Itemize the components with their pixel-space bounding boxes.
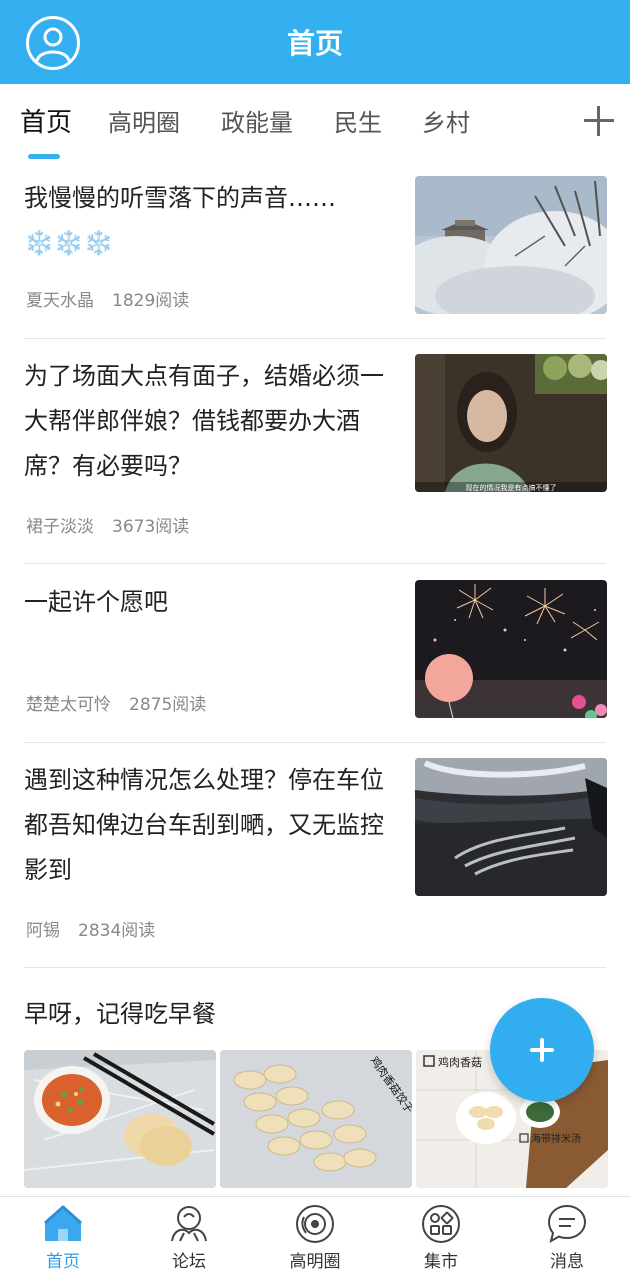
post-author: 裙子淡淡 (26, 517, 94, 537)
post-image-dumpling-filling[interactable] (24, 1050, 216, 1188)
channel-tabs: 首页 高明圈 政能量 民生 乡村 (0, 84, 630, 164)
nav-item-messages[interactable]: 消息 (504, 1197, 630, 1280)
image-caption-top: 鸡肉香菇 (438, 1055, 482, 1069)
nav-item-market[interactable]: 集市 (378, 1197, 504, 1280)
feed-post[interactable]: 为了场面大点有面子，结婚必须一大帮伴郎伴娘？借钱都要办大酒席？有必要吗？ 裙子淡… (24, 354, 607, 540)
bottom-nav: 首页 论坛 高明圈 集市 消息 (0, 1196, 630, 1280)
feed-post[interactable]: 遇到这种情况怎么处理？停在车位都吾知俾边台车刮到嗮，又无监控影到 阿锡 2834阅… (24, 758, 607, 944)
feed-divider (24, 563, 606, 564)
post-meta: 夏天水晶 1829阅读 (26, 290, 189, 312)
post-meta: 楚楚太可怜 2875阅读 (26, 694, 206, 716)
nav-label: 集市 (424, 1252, 458, 1272)
feed-divider (24, 338, 606, 339)
nav-item-gaoming-circle[interactable]: 高明圈 (252, 1197, 378, 1280)
nav-label: 高明圈 (289, 1252, 341, 1272)
post-meta: 裙子淡淡 3673阅读 (26, 516, 189, 538)
post-thumbnail-drama-still: 现在的情况我是有点搞不懂了 (415, 354, 607, 492)
post-title-text: 我慢慢的听雪落下的声音…… (24, 184, 336, 212)
post-reads: 2875阅读 (129, 695, 207, 715)
page-title: 首页 (286, 27, 343, 60)
feed-post[interactable]: 我慢慢的听雪落下的声音…… ❄️❄️❄️ 夏天水晶 1829阅读 (24, 176, 607, 316)
post-author: 阿锡 (26, 921, 60, 941)
tab-home[interactable]: 首页 (20, 106, 72, 140)
tab-village[interactable]: 乡村 (422, 106, 470, 140)
post-title: 我慢慢的听雪落下的声音…… ❄️❄️❄️ (24, 176, 386, 266)
post-title: 一起许个愿吧 (24, 588, 168, 616)
nav-item-home[interactable]: 首页 (0, 1197, 126, 1280)
nav-label: 首页 (46, 1252, 80, 1272)
market-icon (420, 1203, 462, 1245)
tab-livelihood[interactable]: 民生 (334, 106, 382, 140)
post-title: 遇到这种情况怎么处理？停在车位都吾知俾边台车刮到嗮，又无监控影到 (24, 766, 384, 884)
thumbnail-caption: 现在的情况我是有点搞不懂了 (466, 483, 557, 492)
image-caption-bottom: 海带排米汤 (531, 1132, 581, 1145)
nav-label: 消息 (550, 1252, 584, 1272)
nav-label: 论坛 (172, 1252, 206, 1272)
nav-item-forum[interactable]: 论坛 (126, 1197, 252, 1280)
home-icon (42, 1203, 84, 1245)
post-author: 夏天水晶 (26, 291, 94, 311)
compose-plus-icon[interactable] (490, 998, 594, 1102)
post-meta: 阿锡 2834阅读 (26, 920, 155, 942)
message-icon (546, 1203, 588, 1245)
circle-icon (294, 1203, 336, 1245)
feed-divider (24, 967, 606, 968)
post-reads: 2834阅读 (78, 921, 156, 941)
post-thumbnail-fireworks (415, 580, 607, 718)
post-thumbnail-scratched-car (415, 758, 607, 896)
add-channel-plus-icon[interactable] (584, 106, 614, 136)
tab-gaoming-circle[interactable]: 高明圈 (108, 106, 180, 140)
post-author: 楚楚太可怜 (26, 695, 111, 715)
forum-icon (168, 1203, 210, 1245)
post-reads: 1829阅读 (112, 291, 190, 311)
snowflake-emoji: ❄️❄️❄️ (24, 229, 114, 257)
active-tab-indicator (28, 154, 60, 159)
post-reads: 3673阅读 (112, 517, 190, 537)
post-title: 为了场面大点有面子，结婚必须一大帮伴郎伴娘？借钱都要办大酒席？有必要吗？ (24, 362, 384, 480)
app-header: 首页 (0, 0, 630, 84)
post-title[interactable]: 早呀，记得吃早餐 (24, 994, 216, 1034)
tab-policy[interactable]: 政能量 (221, 106, 293, 140)
feed-divider (24, 742, 606, 743)
post-image-wrapped-dumplings[interactable]: 鸡肉香菇饺子 (220, 1050, 412, 1188)
feed-post[interactable]: 一起许个愿吧 楚楚太可怜 2875阅读 (24, 580, 607, 720)
post-thumbnail-frost-trees (415, 176, 607, 314)
